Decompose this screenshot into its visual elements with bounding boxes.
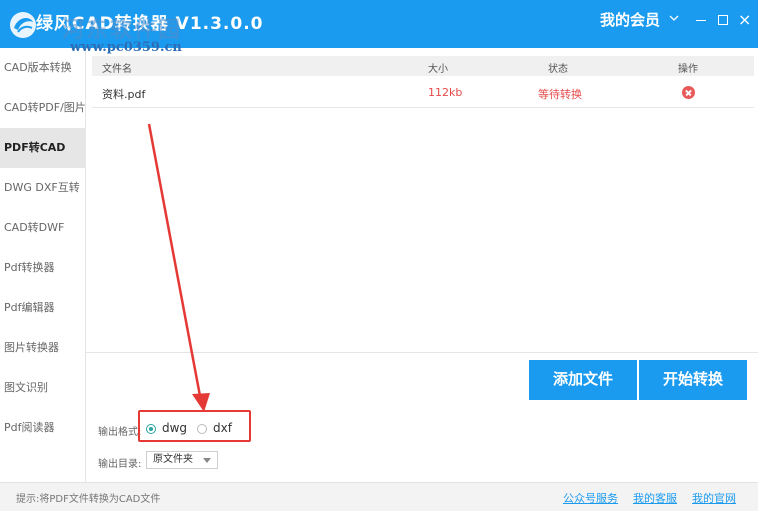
table-row[interactable]: 资料.pdf 112kb 等待转换 <box>92 78 754 108</box>
sidebar-item-cad-to-pdf[interactable]: CAD转PDF/图片 <box>0 88 86 128</box>
minimize-button[interactable] <box>696 20 706 21</box>
sidebar-item-cad-to-dwf[interactable]: CAD转DWF <box>0 208 86 248</box>
watermark-url: www.pc0359.cn <box>70 40 182 55</box>
maximize-button[interactable] <box>718 15 728 25</box>
output-dir-value: 原文件夹 <box>153 454 193 465</box>
link-official-site[interactable]: 我的官网 <box>692 490 736 506</box>
caret-down-icon <box>203 458 211 463</box>
delete-icon[interactable] <box>682 86 695 99</box>
table-header: 文件名 大小 状态 操作 <box>92 56 754 76</box>
sidebar-item-pdf-converter[interactable]: Pdf转换器 <box>0 248 86 288</box>
sidebar-item-pdf-editor[interactable]: Pdf编辑器 <box>0 288 86 328</box>
output-dir-select[interactable]: 原文件夹 <box>146 451 218 469</box>
column-header-status: 状态 <box>548 64 568 75</box>
sidebar-item-pdf-to-cad[interactable]: PDF转CAD <box>0 128 86 168</box>
add-file-button[interactable]: 添加文件 <box>529 360 637 400</box>
highlight-box <box>138 410 251 442</box>
link-customer-service[interactable]: 我的客服 <box>633 490 677 506</box>
column-header-action: 操作 <box>678 64 698 75</box>
output-format-label: 输出格式: <box>98 427 142 438</box>
member-menu[interactable]: 我的会员 <box>600 9 660 30</box>
close-button[interactable]: × <box>738 12 751 28</box>
sidebar-item-image-converter[interactable]: 图片转换器 <box>0 328 86 368</box>
file-status-cell: 等待转换 <box>538 88 582 101</box>
column-header-name: 文件名 <box>102 64 132 75</box>
link-official-account[interactable]: 公众号服务 <box>563 490 618 506</box>
start-convert-button[interactable]: 开始转换 <box>639 360 747 400</box>
divider <box>86 352 758 353</box>
app-logo-icon <box>10 12 36 38</box>
status-bar: 提示:将PDF文件转换为CAD文件 公众号服务 我的客服 我的官网 <box>0 482 758 511</box>
output-dir-label: 输出目录: <box>98 459 142 470</box>
sidebar-item-pdf-reader[interactable]: Pdf阅读器 <box>0 408 86 448</box>
sidebar-item-ocr[interactable]: 图文识别 <box>0 368 86 408</box>
sidebar-item-dwg-dxf[interactable]: DWG DXF互转 <box>0 168 86 208</box>
column-header-size: 大小 <box>428 64 448 75</box>
file-size-cell: 112kb <box>428 86 463 99</box>
chevron-down-icon[interactable] <box>668 12 680 24</box>
hint-text: 提示:将PDF文件转换为CAD文件 <box>16 494 161 505</box>
file-table: 文件名 大小 状态 操作 资料.pdf 112kb 等待转换 <box>92 56 754 108</box>
file-name-cell: 资料.pdf <box>102 88 146 101</box>
sidebar: CAD版本转换 CAD转PDF/图片 PDF转CAD DWG DXF互转 CAD… <box>0 48 86 482</box>
